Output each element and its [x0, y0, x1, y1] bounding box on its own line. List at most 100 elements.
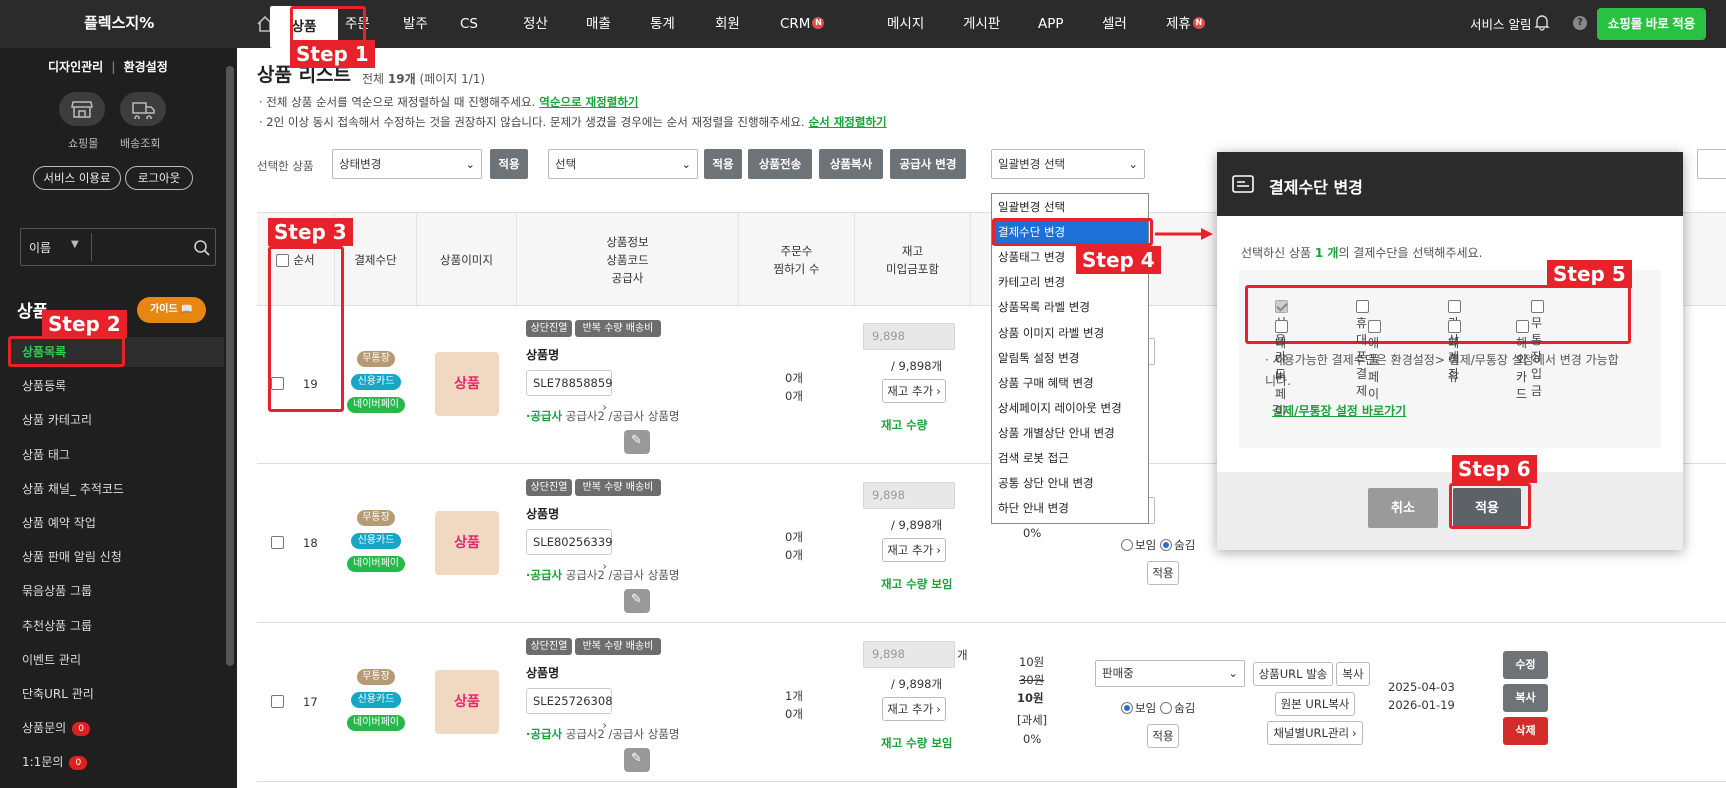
settings-link[interactable]: 환경설정 [124, 60, 168, 74]
status-select[interactable]: 판매중 ⌄ [1095, 660, 1245, 687]
sidebar-item[interactable]: 상품 예약 작업 [8, 508, 224, 538]
dropdown-option[interactable]: 상품목록 라벨 변경 [992, 295, 1148, 320]
nav-message[interactable]: 메시지 [887, 0, 924, 48]
right-select[interactable]: ⌄ [1697, 149, 1726, 179]
add-stock-button[interactable]: 재고 추가 › [882, 538, 946, 562]
nav-sales[interactable]: 매출 [586, 0, 611, 48]
dropdown-option[interactable]: 공통 상단 안내 변경 [992, 471, 1148, 496]
dropdown-option[interactable]: 일괄변경 선택 [992, 195, 1148, 220]
url-copy-button[interactable]: 복사 [1336, 662, 1370, 686]
dropdown-option[interactable]: 카테고리 변경 [992, 270, 1148, 295]
visibility-apply-button[interactable]: 적용 [1147, 724, 1179, 748]
payment-option[interactable]: 네이버페이 [1275, 320, 1292, 419]
sidebar-item[interactable]: 상품등록 [8, 371, 224, 401]
radio-hide[interactable] [1160, 539, 1173, 551]
payment-option-checkbox[interactable] [1448, 320, 1461, 333]
radio-show[interactable] [1121, 539, 1133, 551]
status-select[interactable]: 상태변경 ⌄ [332, 149, 482, 179]
nav-purchase[interactable]: 발주 [403, 0, 428, 48]
action-select[interactable]: 선택 ⌄ [548, 149, 698, 179]
bell-icon[interactable] [1534, 14, 1550, 31]
action-apply-button[interactable]: 적용 [704, 149, 742, 179]
dropdown-option[interactable]: 상품 구매 혜택 변경 [992, 371, 1148, 396]
guide-button[interactable]: 가이드 📖 [137, 297, 206, 323]
dropdown-option[interactable]: 상품 개별상단 안내 변경 [992, 421, 1148, 446]
edit-pencil-button[interactable]: ✎ [624, 748, 650, 772]
nav-members[interactable]: 회원 [715, 0, 740, 48]
search-icon[interactable] [193, 239, 211, 257]
dropdown-option[interactable]: 하단 안내 변경 [992, 496, 1148, 521]
payment-option-checkbox[interactable] [1275, 320, 1288, 333]
nav-partner[interactable]: 제휴 N [1166, 0, 1205, 48]
sidebar-item[interactable]: 1:1문의 0 [8, 747, 224, 777]
nav-stats[interactable]: 통계 [650, 0, 675, 48]
sidebar-item[interactable]: 상품문의 0 [8, 713, 224, 743]
sidebar-item[interactable]: 상품 채널_ 추적코드 [8, 474, 224, 504]
nav-seller[interactable]: 셀러 [1102, 0, 1127, 48]
resort-link[interactable]: 순서 재정렬하기 [809, 115, 887, 129]
dropdown-option[interactable]: 알림톡 설정 변경 [992, 346, 1148, 371]
sidebar-item[interactable]: 상품 판매 알림 신청 [8, 542, 224, 572]
nav-crm[interactable]: CRM N [780, 0, 825, 48]
cancel-button[interactable]: 취소 [1368, 488, 1438, 528]
search-select[interactable]: 이름 [29, 239, 51, 256]
go-shop-button[interactable]: 쇼핑몰 바로 적용 [1597, 8, 1706, 40]
design-link[interactable]: 디자인관리 [48, 60, 103, 74]
payment-option[interactable]: 해외카드 [1516, 320, 1533, 402]
radio-show[interactable] [1121, 702, 1133, 714]
stock-input[interactable]: 9,898 [863, 641, 955, 668]
status-apply-button[interactable]: 적용 [490, 149, 528, 179]
radio-hide[interactable] [1160, 702, 1173, 714]
delivery-button[interactable] [120, 92, 166, 126]
delete-button[interactable]: 삭제 [1503, 717, 1548, 745]
product-code[interactable]: SLE25726308 › [526, 688, 613, 732]
service-fee-button[interactable]: 서비스 이용료 [33, 166, 121, 190]
product-thumbnail[interactable]: 상품 [435, 511, 499, 575]
edit-pencil-button[interactable]: ✎ [624, 589, 650, 613]
help-icon[interactable]: ? [1573, 16, 1587, 30]
shop-button[interactable] [59, 92, 105, 126]
nav-app[interactable]: APP [1038, 0, 1064, 48]
row-checkbox[interactable] [271, 536, 284, 549]
product-code[interactable]: SLE80256339 › [526, 529, 613, 573]
logout-button[interactable]: 로그아웃 [125, 166, 193, 190]
add-stock-button[interactable]: 재고 추가 › [882, 697, 946, 721]
sidebar-item[interactable]: 묶음상품 그룹 [8, 576, 224, 606]
row-checkbox[interactable] [271, 695, 284, 708]
url-send-button[interactable]: 상품URL 발송 [1253, 662, 1333, 686]
edit-button[interactable]: 수정 [1503, 651, 1548, 679]
nav-board[interactable]: 게시판 [963, 0, 1000, 48]
add-stock-button[interactable]: 재고 추가 › [882, 379, 946, 403]
payment-option-checkbox[interactable] [1448, 300, 1461, 313]
channel-url-button[interactable]: 채널별URL관리› [1267, 721, 1363, 745]
payment-option[interactable]: 애플페이 [1368, 320, 1385, 402]
transfer-button[interactable]: 상품전송 [748, 149, 812, 179]
product-code[interactable]: SLE78858859 › [526, 370, 613, 414]
copy-button[interactable]: 복사 [1503, 684, 1548, 712]
reverse-sort-link[interactable]: 역순으로 재정렬하기 [539, 95, 638, 109]
sidebar-scrollbar[interactable] [226, 66, 234, 666]
payment-option-checkbox[interactable] [1531, 300, 1544, 313]
edit-pencil-button[interactable]: ✎ [624, 430, 650, 454]
payment-option-checkbox[interactable] [1275, 300, 1288, 313]
dropdown-option[interactable]: 검색 로봇 접근 [992, 446, 1148, 471]
logo[interactable]: 플렉스지% [84, 12, 154, 33]
payment-option-checkbox[interactable] [1368, 320, 1381, 333]
sidebar-item[interactable]: 이벤트 관리 [8, 645, 224, 675]
sidebar-item[interactable]: 단축URL 관리 [8, 679, 224, 709]
nav-cs[interactable]: CS [460, 0, 478, 48]
nav-settlement[interactable]: 정산 [523, 0, 548, 48]
stock-input[interactable]: 9,898 [863, 323, 955, 350]
service-alert[interactable]: 서비스 알림 [1470, 14, 1531, 33]
visibility-apply-button[interactable]: 적용 [1147, 561, 1179, 585]
product-thumbnail[interactable]: 상품 [435, 670, 499, 734]
payment-option[interactable]: 페이유 [1448, 320, 1465, 385]
payment-settings-link[interactable]: 결제/무통장 설정 바로가기 [1272, 402, 1406, 419]
copy-product-button[interactable]: 상품복사 [819, 149, 883, 179]
dropdown-option[interactable]: 상세페이지 레이아웃 변경 [992, 396, 1148, 421]
payment-option[interactable]: 무통장입금 [1531, 300, 1548, 399]
orig-url-copy-button[interactable]: 원본 URL복사 [1275, 692, 1355, 716]
supplier-change-button[interactable]: 공급사 변경 [890, 149, 966, 179]
payment-option-checkbox[interactable] [1516, 320, 1529, 333]
sidebar-item[interactable]: 추천상품 그룹 [8, 611, 224, 641]
